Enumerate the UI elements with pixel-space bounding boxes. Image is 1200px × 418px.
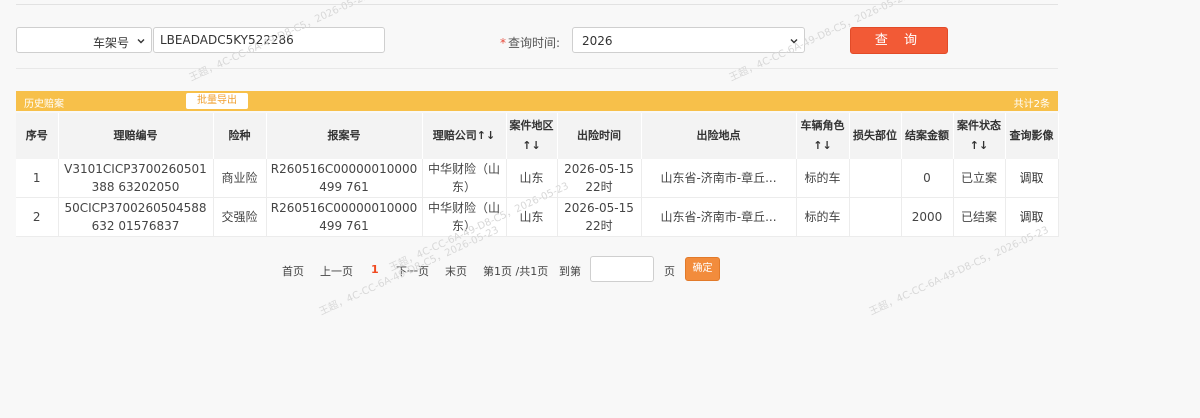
cell-report-no: R260516C00000010000499 761 (266, 159, 423, 198)
col-header-vehicle-role[interactable]: 车辆角色↑↓ (796, 113, 850, 159)
col-header-accident-location: 出险地点 (641, 113, 797, 159)
cell-insurance-type: 商业险 (213, 159, 267, 198)
goto-confirm-button[interactable]: 确定 (685, 257, 720, 281)
cell-index: 2 (16, 197, 59, 237)
col-header-case-status[interactable]: 案件状态↑↓ (953, 113, 1006, 159)
col-header-accident-time: 出险时间 (557, 113, 642, 159)
query-time-label-text: 查询时间: (508, 36, 561, 50)
cell-vehicle-role: 标的车 (796, 159, 850, 198)
page-suffix: 页 (664, 265, 675, 278)
cell-index: 1 (16, 159, 59, 198)
col-header-report-no: 报案号 (266, 113, 423, 159)
cell-region: 山东 (506, 197, 558, 237)
query-time-select[interactable]: 2026 (572, 27, 805, 53)
goto-page-input[interactable] (590, 256, 654, 282)
cell-image-query: 调取 (1005, 197, 1059, 237)
search-type-value: 车架号 (92, 36, 129, 50)
col-header-region[interactable]: 案件地区↑↓ (506, 113, 558, 159)
current-page-number[interactable]: 1 (371, 263, 379, 276)
cell-company: 中华财险（山东） (422, 197, 507, 237)
cell-claim-no: V3101CICP3700260501388 63202050 (58, 159, 214, 198)
prev-page-link[interactable]: 上一页 (320, 263, 353, 279)
cell-region: 山东 (506, 159, 558, 198)
cell-vehicle-role: 标的车 (796, 197, 850, 237)
cell-damage-part (849, 197, 902, 237)
cell-case-status: 已结案 (953, 197, 1006, 237)
top-divider (16, 4, 1058, 5)
cell-accident-time: 2026-05-15 22时 (557, 159, 642, 198)
cell-settlement-amount: 2000 (901, 197, 954, 237)
cell-accident-time: 2026-05-15 22时 (557, 197, 642, 237)
query-button[interactable]: 查 询 (850, 27, 948, 54)
table-row: 2 50CICP3700260504588632 01576837 交强险 R2… (16, 197, 1059, 237)
goto-label: 到第 (559, 265, 581, 278)
chevron-down-icon (790, 39, 798, 44)
col-header-insurance-type: 险种 (213, 113, 267, 159)
query-time-label: * 查询时间: (500, 34, 560, 51)
col-header-claim-no: 理赔编号 (58, 113, 214, 159)
vin-input[interactable] (153, 27, 385, 53)
col-header-index: 序号 (16, 113, 59, 159)
col-header-image-query: 查询影像 (1005, 113, 1059, 159)
cell-case-status: 已立案 (953, 159, 1006, 198)
results-header-bar: 历史赔案 批量导出 共计2条 (16, 91, 1058, 111)
cell-insurance-type: 交强险 (213, 197, 267, 237)
query-time-value: 2026 (582, 34, 613, 48)
table-header-row: 序号 理赔编号 险种 报案号 理赔公司↑↓ 案件地区↑↓ 出险时间 出险地点 车… (16, 113, 1059, 159)
col-header-settlement-amount: 结案金额 (901, 113, 954, 159)
cell-company: 中华财险（山东） (422, 159, 507, 198)
results-title: 历史赔案 (24, 99, 64, 110)
results-table: 序号 理赔编号 险种 报案号 理赔公司↑↓ 案件地区↑↓ 出险时间 出险地点 车… (16, 113, 1059, 237)
retrieve-image-link[interactable]: 调取 (1019, 171, 1043, 185)
chevron-down-icon (137, 39, 145, 44)
section-divider (16, 68, 1058, 69)
table-row: 1 V3101CICP3700260501388 63202050 商业险 R2… (16, 159, 1059, 198)
col-header-damage-part: 损失部位 (849, 113, 902, 159)
search-bar: 车架号 *查询时间: 2026 查 询 (16, 27, 1058, 57)
col-header-company[interactable]: 理赔公司↑↓ (422, 113, 507, 159)
cell-settlement-amount: 0 (901, 159, 954, 198)
first-page-link[interactable]: 首页 (282, 263, 304, 279)
page-info: 第1页 /共1页 (483, 265, 549, 278)
search-type-select[interactable]: 车架号 (16, 27, 152, 53)
required-mark: * (500, 36, 506, 50)
next-page-link[interactable]: 下一页 (396, 263, 429, 279)
batch-export-button[interactable]: 批量导出 (186, 93, 248, 109)
cell-accident-location: 山东省-济南市-章丘... (641, 197, 797, 237)
last-page-link[interactable]: 末页 (445, 263, 467, 279)
retrieve-image-link[interactable]: 调取 (1019, 210, 1043, 224)
cell-image-query: 调取 (1005, 159, 1059, 198)
cell-damage-part (849, 159, 902, 198)
cell-report-no: R260516C00000010000499 761 (266, 197, 423, 237)
cell-accident-location: 山东省-济南市-章丘... (641, 159, 797, 198)
cell-claim-no: 50CICP3700260504588632 01576837 (58, 197, 214, 237)
results-total: 共计2条 (1013, 99, 1050, 110)
